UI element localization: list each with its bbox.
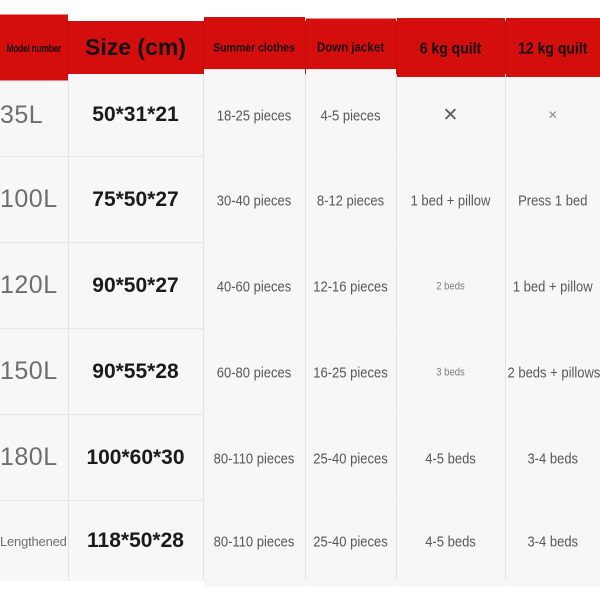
- model-value: 180L: [0, 443, 58, 471]
- column-header-down: Down jacket: [305, 18, 397, 77]
- cell-size: 50*31*21: [68, 74, 204, 157]
- cell-model: 180L: [0, 414, 69, 501]
- model-value: 35L: [0, 100, 44, 129]
- close-icon: ✕: [396, 74, 506, 157]
- cell-down-jacket: 8-12 pieces: [305, 151, 397, 249]
- table-row: 180L 100*60*30 80-110 pieces 25-40 pieces 4-…: [0, 409, 600, 507]
- cell-size: 100*60*30: [68, 414, 204, 501]
- cell-quilt-6kg: 2 beds: [396, 237, 506, 335]
- cell-quilt-12kg: 1 bed + pillow: [505, 237, 600, 335]
- cell-quilt-12kg: 3-4 beds: [505, 409, 600, 507]
- cell-summer-clothes: 40-60 pieces: [203, 237, 306, 335]
- cell-quilt-12kg: Press 1 bed: [505, 151, 600, 249]
- model-value: Lengthened: [0, 533, 67, 549]
- cell-summer-clothes: 60-80 pieces: [203, 323, 306, 421]
- cell-model: Lengthened: [0, 500, 69, 581]
- cell-down-jacket: 25-40 pieces: [305, 495, 397, 586]
- model-value: 150L: [0, 357, 58, 385]
- table-row: 150L 90*55*28 60-80 pieces 16-25 pieces 3 be…: [0, 323, 600, 421]
- table-header: Model number Size (cm) Summer clothes Do…: [0, 14, 600, 81]
- cell-size: 75*50*27: [68, 156, 204, 243]
- cell-summer-clothes: 80-110 pieces: [203, 495, 306, 586]
- model-value: 120L: [0, 271, 58, 299]
- table-body: 35L 50*31*21 18-25 pieces 4-5 pieces ✕ ✕ 100L 7…: [0, 69, 600, 586]
- cell-summer-clothes: 18-25 pieces: [203, 69, 306, 163]
- column-header-quilt12: 12 kg quilt: [505, 17, 600, 78]
- cell-down-jacket: 12-16 pieces: [305, 237, 397, 335]
- cell-down-jacket: 16-25 pieces: [305, 323, 397, 421]
- cell-size: 118*50*28: [68, 500, 204, 581]
- cell-down-jacket: 4-5 pieces: [305, 69, 397, 163]
- cell-model: 35L: [0, 74, 69, 157]
- cell-size: 90*50*27: [68, 242, 204, 329]
- cell-quilt-12kg: 3-4 beds: [505, 495, 600, 586]
- cell-quilt-6kg: 4-5 beds: [396, 495, 506, 586]
- cell-summer-clothes: 80-110 pieces: [203, 409, 306, 507]
- table-row: 100L 75*50*27 30-40 pieces 8-12 pieces 1 bed…: [0, 151, 600, 249]
- column-header-size: Size (cm): [68, 21, 204, 74]
- cell-down-jacket: 25-40 pieces: [305, 409, 397, 507]
- table-row: Lengthened 118*50*28 80-110 pieces 25-40 pi…: [0, 495, 600, 586]
- luggage-size-table: Model number Size (cm) Summer clothes Do…: [0, 14, 600, 586]
- header-row: Model number Size (cm) Summer clothes Do…: [0, 14, 600, 81]
- cell-summer-clothes: 30-40 pieces: [203, 151, 306, 249]
- cell-size: 90*55*28: [68, 328, 204, 415]
- close-icon: ✕: [505, 74, 600, 157]
- column-header-model: Model number: [0, 14, 69, 81]
- column-header-quilt6: 6 kg quilt: [396, 17, 506, 78]
- model-value: 100L: [0, 185, 58, 213]
- cell-quilt-6kg: 4-5 beds: [396, 409, 506, 507]
- cell-quilt-12kg: 2 beds + pillows: [505, 323, 600, 421]
- cell-model: 100L: [0, 156, 69, 243]
- cell-quilt-6kg: 1 bed + pillow: [396, 151, 506, 249]
- cell-model: 150L: [0, 328, 69, 415]
- table-row: 120L 90*50*27 40-60 pieces 12-16 pieces 2 be…: [0, 237, 600, 335]
- size-table-container: Model number Size (cm) Summer clothes Do…: [0, 14, 600, 586]
- cell-quilt-6kg: 3 beds: [396, 323, 506, 421]
- cell-model: 120L: [0, 242, 69, 329]
- table-row: 35L 50*31*21 18-25 pieces 4-5 pieces ✕ ✕: [0, 69, 600, 163]
